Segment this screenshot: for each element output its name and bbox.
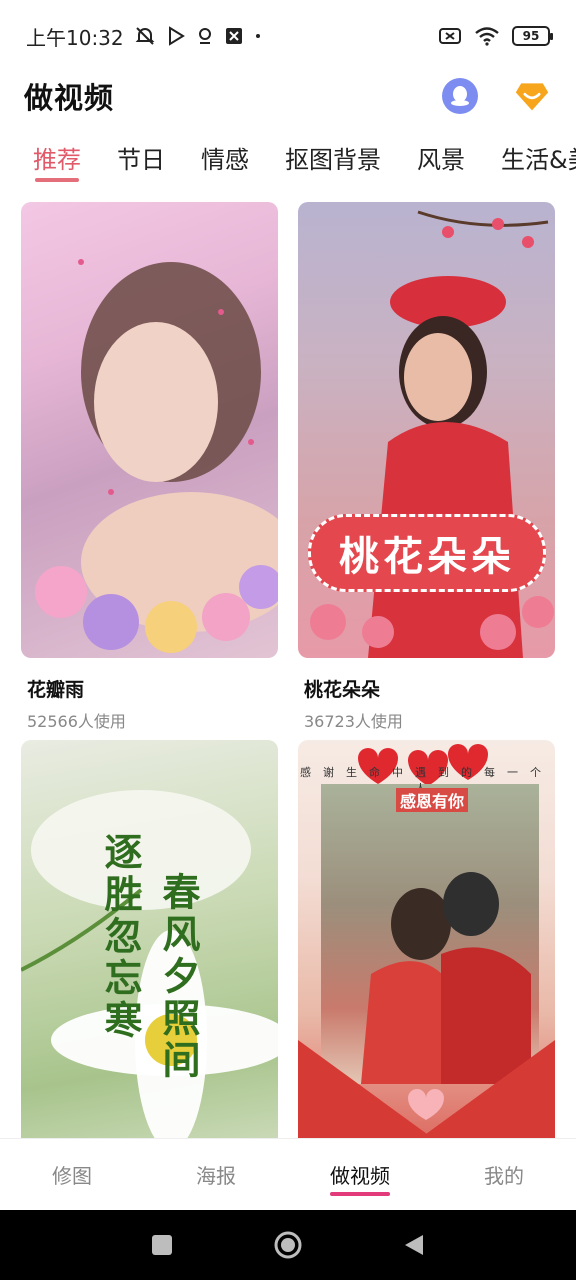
couple-illustration xyxy=(361,872,531,1084)
tab-holiday[interactable]: 节日 xyxy=(117,132,165,188)
nav-poster[interactable]: 海报 xyxy=(144,1139,288,1210)
template-card[interactable]: 桃花朵朵 桃花朵朵 36723人使用 xyxy=(298,202,555,732)
tab-cutout-background[interactable]: 抠图背景 xyxy=(285,132,381,188)
recents-button[interactable] xyxy=(99,1234,225,1256)
nav-label: 海报 xyxy=(196,1164,236,1188)
template-card[interactable]: 逐胜忽忘寒 春风夕照间 xyxy=(21,740,278,1196)
tab-label: 节日 xyxy=(117,146,165,174)
circle-home-icon xyxy=(274,1231,302,1259)
daisy-artwork xyxy=(21,790,278,1150)
tab-label: 情感 xyxy=(201,146,249,174)
triangle-back-icon xyxy=(405,1235,423,1255)
template-usage-count: 52566人使用 xyxy=(27,712,126,731)
nav-label: 修图 xyxy=(52,1164,92,1188)
template-thumbnail[interactable]: 桃花朵朵 xyxy=(298,202,555,658)
status-left: 上午10:32 xyxy=(26,22,262,51)
vip-button[interactable] xyxy=(514,78,550,114)
template-card[interactable]: 感谢生命中遇到的每一个人 感恩有你 xyxy=(298,740,555,1196)
tab-scenery[interactable]: 风景 xyxy=(417,132,465,188)
dot-icon xyxy=(254,32,262,40)
status-bar: 上午10:32 95 xyxy=(0,0,576,72)
nav-edit-photo[interactable]: 修图 xyxy=(0,1139,144,1210)
tab-life-beauty[interactable]: 生活&美 xyxy=(501,132,576,188)
active-tab-underline xyxy=(35,178,79,182)
vip-diamond-icon xyxy=(515,83,549,111)
status-time: 上午10:32 xyxy=(26,25,124,50)
template-thumbnail[interactable] xyxy=(21,202,278,658)
battery-indicator: 95 xyxy=(512,26,553,46)
template-thumbnail[interactable]: 逐胜忽忘寒 春风夕照间 xyxy=(21,740,278,1196)
header-actions xyxy=(442,78,552,114)
nav-label: 做视频 xyxy=(330,1164,390,1188)
active-nav-indicator xyxy=(330,1192,390,1196)
tab-label: 生活&美 xyxy=(501,146,576,174)
heart-icon xyxy=(408,1089,444,1120)
nav-make-video[interactable]: 做视频 xyxy=(288,1139,432,1210)
couple-photo xyxy=(321,784,539,1084)
page-title: 做视频 xyxy=(24,81,115,115)
system-nav-bar xyxy=(0,1210,576,1280)
app-notification-icon xyxy=(224,26,244,46)
template-thumbnail[interactable]: 感谢生命中遇到的每一个人 感恩有你 xyxy=(298,740,555,1196)
tab-recommended[interactable]: 推荐 xyxy=(33,132,81,188)
tab-emotion[interactable]: 情感 xyxy=(201,132,249,188)
qq-icon xyxy=(451,86,469,106)
template-usage-count: 36723人使用 xyxy=(304,712,403,731)
petal-rain-artwork xyxy=(35,259,278,653)
location-icon xyxy=(196,26,214,46)
sim-off-icon xyxy=(438,26,462,46)
qq-button[interactable] xyxy=(442,78,478,114)
tab-label: 推荐 xyxy=(33,146,81,174)
nav-label: 我的 xyxy=(484,1164,524,1188)
template-banner-text: 桃花朵朵 xyxy=(308,514,546,592)
mute-bell-icon xyxy=(134,25,156,47)
wifi-icon xyxy=(474,26,500,46)
template-badge-text: 感恩有你 xyxy=(396,788,469,812)
status-right: 95 xyxy=(438,26,553,46)
tab-label: 风景 xyxy=(417,146,465,174)
poem-line-2: 春风夕照间 xyxy=(156,872,200,1082)
home-button[interactable] xyxy=(225,1230,351,1260)
category-tabs: 推荐 节日 情感 抠图背景 风景 生活&美 xyxy=(0,132,576,188)
template-title: 花瓣雨 xyxy=(27,679,85,701)
play-store-icon xyxy=(166,26,186,46)
template-title: 桃花朵朵 xyxy=(304,679,381,701)
square-icon xyxy=(152,1235,172,1255)
poem-line-1: 逐胜忽忘寒 xyxy=(98,832,142,1042)
back-button[interactable] xyxy=(351,1233,477,1257)
template-card[interactable]: 花瓣雨 52566人使用 xyxy=(21,202,278,732)
bottom-nav: 修图 海报 做视频 我的 xyxy=(0,1138,576,1210)
tab-label: 抠图背景 xyxy=(285,146,381,174)
app-header: 做视频 xyxy=(0,72,576,120)
nav-mine[interactable]: 我的 xyxy=(432,1139,576,1210)
